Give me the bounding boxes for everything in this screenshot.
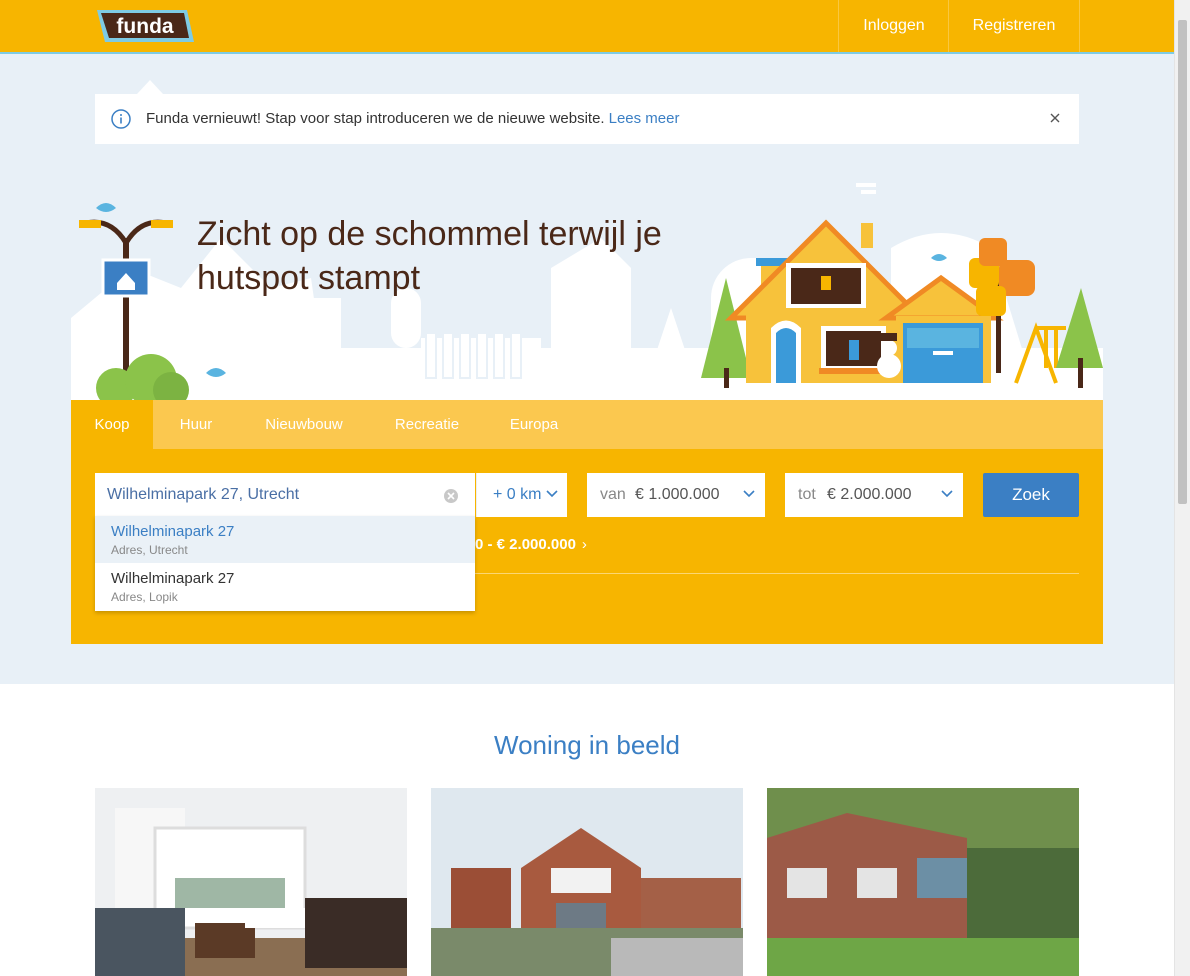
funda-logo[interactable]: funda <box>95 6 195 46</box>
notice-text: Funda vernieuwt! Stap voor stap introduc… <box>146 110 605 127</box>
price-from-select[interactable]: van € 1.000.000 <box>587 473 765 517</box>
notice-banner: Funda vernieuwt! Stap voor stap introduc… <box>95 94 1079 144</box>
logo-text: funda <box>116 15 173 38</box>
chevron-down-icon <box>546 490 558 498</box>
suggestion-main: Wilhelminapark 27 <box>111 523 235 540</box>
notice-caret <box>137 80 163 94</box>
hero-title: Zicht op de schommel terwijl je hutspot … <box>197 215 662 297</box>
info-icon <box>111 109 131 129</box>
notice-read-more-link[interactable]: Lees meer <box>609 110 680 127</box>
search-submit-button[interactable]: Zoek <box>983 473 1079 517</box>
price-to-value: € 2.000.000 <box>827 486 912 503</box>
property-photo[interactable] <box>95 788 407 976</box>
notice-text-wrap: Funda vernieuwt! Stap voor stap introduc… <box>146 110 679 127</box>
search-input[interactable] <box>95 473 435 517</box>
vertical-scrollbar[interactable] <box>1174 0 1190 976</box>
suggestion-item[interactable]: Wilhelminapark 27 Adres, Utrecht <box>95 516 475 563</box>
price-to-label: tot <box>798 486 816 503</box>
price-from-value: € 1.000.000 <box>635 486 720 503</box>
chevron-down-icon <box>941 490 953 498</box>
suggestion-sub: Adres, Utrecht <box>111 543 188 557</box>
clear-input-icon[interactable] <box>443 488 459 504</box>
autocomplete-dropdown: Wilhelminapark 27 Adres, Utrecht Wilhelm… <box>95 516 475 611</box>
chevron-down-icon <box>743 490 755 498</box>
suggestion-item[interactable]: Wilhelminapark 27 Adres, Lopik <box>95 563 475 610</box>
tab-huur[interactable]: Huur <box>159 400 233 449</box>
tab-europa[interactable]: Europa <box>495 400 573 449</box>
login-button[interactable]: Inloggen <box>838 0 949 52</box>
radius-value: + 0 km <box>493 486 542 503</box>
site-header: funda Inloggen Registreren <box>0 0 1174 54</box>
suggestion-main: Wilhelminapark 27 <box>111 570 235 587</box>
price-from-label: van <box>600 486 626 503</box>
tab-recreatie[interactable]: Recreatie <box>377 400 477 449</box>
recent-search-link[interactable]: 0 - € 2.000.000 › <box>475 536 587 553</box>
register-button[interactable]: Registreren <box>948 0 1080 52</box>
search-tabs: Koop Huur Nieuwbouw Recreatie Europa <box>71 400 1103 449</box>
radius-select[interactable]: + 0 km <box>476 473 567 517</box>
suggestion-sub: Adres, Lopik <box>111 590 178 604</box>
section-title: Woning in beeld <box>494 730 680 760</box>
recent-search-text: 0 - € 2.000.000 <box>475 536 576 553</box>
tab-nieuwbouw[interactable]: Nieuwbouw <box>249 400 359 449</box>
close-icon[interactable] <box>1049 112 1061 124</box>
search-field <box>95 473 475 517</box>
property-photo[interactable] <box>431 788 743 976</box>
page: funda Inloggen Registreren Funda vernieu… <box>0 0 1174 976</box>
price-to-select[interactable]: tot € 2.000.000 <box>785 473 963 517</box>
scrollbar-thumb[interactable] <box>1178 20 1187 504</box>
chevron-right-icon: › <box>581 536 587 553</box>
tab-koop[interactable]: Koop <box>71 400 153 449</box>
property-photo[interactable] <box>767 788 1079 976</box>
